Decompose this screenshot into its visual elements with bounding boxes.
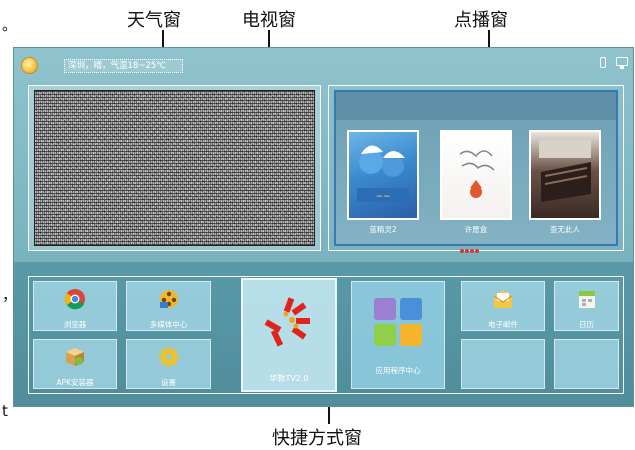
shortcut-empty-slot-2[interactable] bbox=[554, 339, 619, 389]
tile-label-calendar: 日历 bbox=[579, 320, 594, 329]
tile-label-settings: 设置 bbox=[161, 378, 176, 387]
chrome-icon bbox=[65, 289, 85, 310]
svg-text:~~: ~~ bbox=[375, 192, 390, 202]
vod-title-1: 蓝精灵2 bbox=[369, 225, 397, 234]
wish-box-poster-art-icon bbox=[459, 150, 495, 198]
vod-poster-no-such-person[interactable] bbox=[529, 130, 601, 220]
tile-label-multimedia: 多媒体中心 bbox=[149, 320, 188, 329]
shortcut-empty-slot-1[interactable] bbox=[461, 339, 545, 389]
margin-mark-bottom: t bbox=[2, 402, 8, 420]
callout-weather-label: 天气窗 bbox=[127, 10, 181, 31]
shortcut-huashu-tv[interactable]: 华数TV2.0 bbox=[241, 278, 337, 392]
callout-tv-label: 电视窗 bbox=[242, 10, 296, 31]
vod-page-indicator bbox=[460, 238, 480, 257]
app-grid-icon bbox=[374, 298, 422, 346]
smurfs-poster-art-icon: ~~ bbox=[357, 145, 409, 202]
tv-home-screen: 深圳，晴，气温18~25℃ ~~ 蓝精灵2 许愿盒 查无此人 浏览器 多媒体中心… bbox=[13, 47, 634, 407]
tile-label-huashu: 华数TV2.0 bbox=[269, 374, 309, 383]
page-dot bbox=[470, 249, 474, 253]
huashu-logo-icon bbox=[264, 297, 310, 347]
gear-icon bbox=[158, 347, 179, 367]
shortcut-apk-installer[interactable]: APK安装器 bbox=[33, 339, 117, 389]
tile-label-email: 电子邮件 bbox=[488, 320, 518, 329]
package-box-icon bbox=[66, 348, 84, 366]
shortcut-window: 浏览器 多媒体中心 APK安装器 设置 华数TV2.0 应用程序中心 电子邮件 … bbox=[28, 276, 624, 394]
vod-panel: ~~ 蓝精灵2 许愿盒 查无此人 bbox=[334, 90, 618, 253]
envelope-icon bbox=[493, 290, 513, 308]
vod-poster-smurfs[interactable]: ~~ bbox=[347, 130, 419, 220]
launcher-logo-icon bbox=[21, 57, 38, 74]
network-icon bbox=[616, 57, 628, 69]
tile-label-app-center: 应用程序中心 bbox=[375, 366, 421, 375]
page-dot bbox=[460, 249, 464, 253]
shortcut-settings[interactable]: 设置 bbox=[126, 339, 211, 389]
margin-mark-top: 。 bbox=[2, 16, 18, 34]
vod-title-2: 许愿盒 bbox=[464, 225, 488, 234]
no-such-person-poster-art-icon bbox=[539, 140, 591, 202]
shortcut-email[interactable]: 电子邮件 bbox=[461, 281, 545, 331]
shortcut-multimedia-center[interactable]: 多媒体中心 bbox=[126, 281, 211, 331]
usb-icon bbox=[600, 57, 606, 68]
shortcut-calendar[interactable]: 日历 bbox=[554, 281, 619, 331]
callout-shortcuts-label: 快捷方式窗 bbox=[272, 428, 362, 449]
tile-label-apk: APK安装器 bbox=[56, 378, 94, 387]
vod-title-3: 查无此人 bbox=[550, 225, 580, 234]
weather-window[interactable]: 深圳，晴，气温18~25℃ bbox=[64, 59, 183, 73]
shortcut-app-center[interactable]: 应用程序中心 bbox=[351, 281, 445, 389]
tv-window[interactable] bbox=[28, 85, 321, 251]
calendar-icon bbox=[578, 291, 595, 308]
tv-static-screen bbox=[34, 90, 315, 246]
shortcut-browser[interactable]: 浏览器 bbox=[33, 281, 117, 331]
vod-header-bar bbox=[336, 92, 616, 120]
vod-poster-wish-box[interactable] bbox=[440, 130, 512, 220]
tile-label-browser: 浏览器 bbox=[63, 320, 87, 329]
vod-window: ~~ 蓝精灵2 许愿盒 查无此人 bbox=[328, 85, 624, 253]
callout-vod-label: 点播窗 bbox=[454, 10, 508, 31]
page-dot bbox=[465, 249, 469, 253]
page-dot bbox=[475, 249, 479, 253]
film-reel-icon bbox=[159, 290, 178, 308]
